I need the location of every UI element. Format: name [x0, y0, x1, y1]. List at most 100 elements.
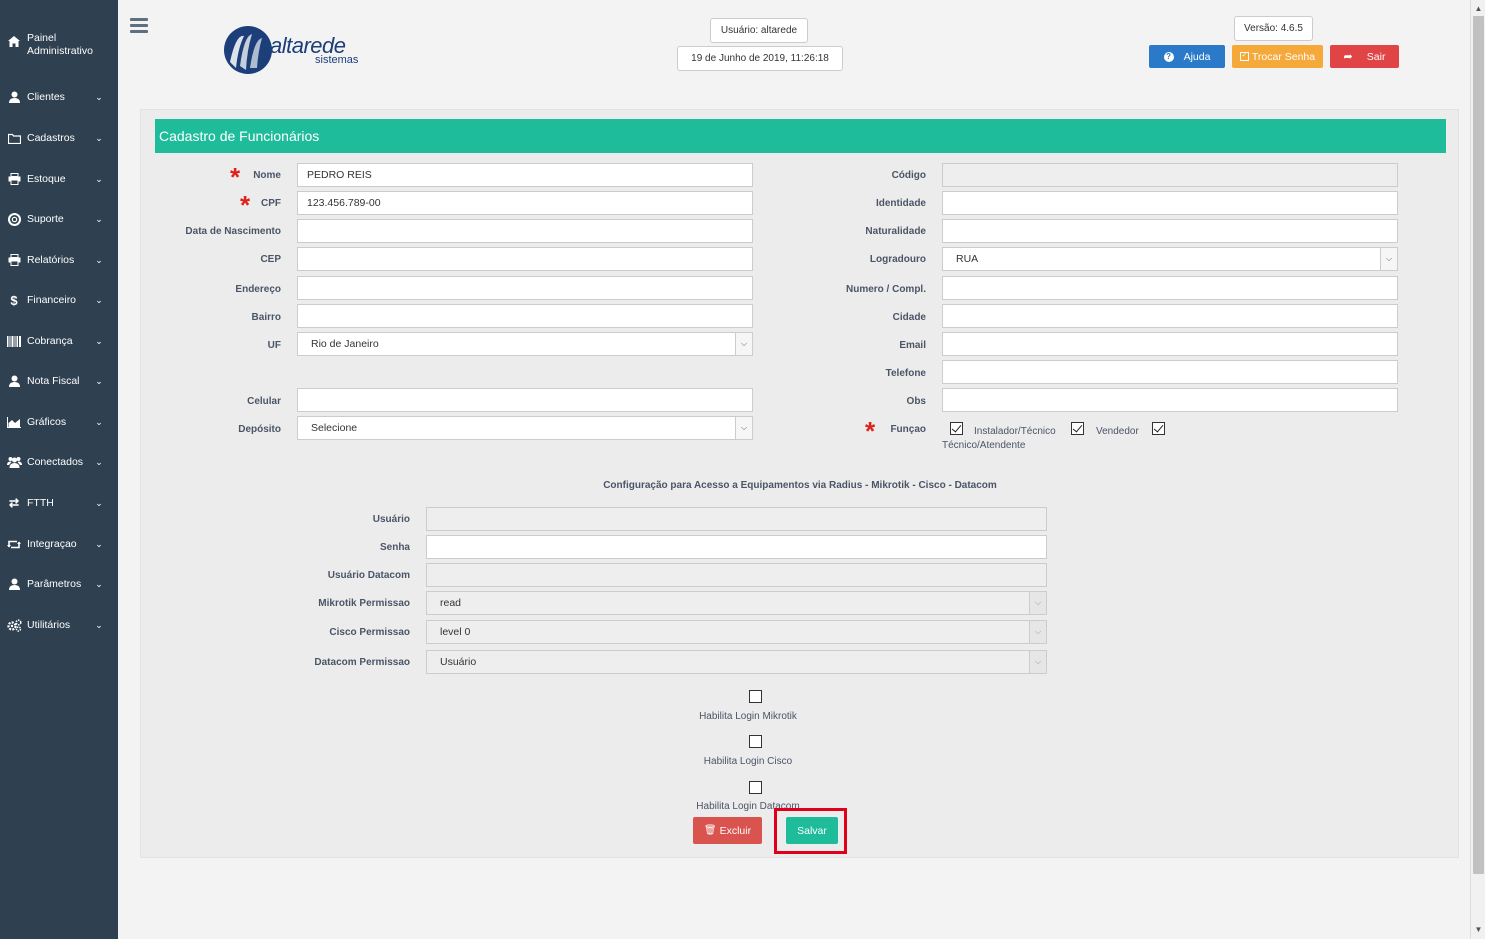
logradouro-select[interactable]: RUA ⌵ [942, 247, 1398, 271]
area-chart-icon [6, 415, 22, 429]
sidebar-item-conectados[interactable]: Conectados ⌄ [0, 447, 118, 477]
scroll-down-icon[interactable]: ▼ [1471, 923, 1485, 937]
chevron-down-icon: ⌵ [1029, 592, 1046, 614]
numero-label: Numero / Compl. [845, 284, 926, 295]
identidade-input[interactable] [942, 191, 1398, 215]
email-input[interactable] [942, 332, 1398, 356]
funcao-instalador-label: Instalador/Técnico [974, 426, 1056, 437]
cidade-label: Cidade [892, 312, 926, 323]
change-password-button[interactable]: ✓ Trocar Senha [1232, 45, 1323, 68]
scroll-thumb[interactable] [1473, 16, 1484, 874]
cpf-input[interactable]: 123.456.789-00 [297, 191, 753, 215]
cisco-permissao-label: Cisco Permissao [329, 627, 410, 638]
identidade-label: Identidade [875, 198, 926, 209]
sidebar-item-label: Gráficos [27, 415, 67, 428]
question-circle-icon: ? [1163, 51, 1174, 62]
cidade-input[interactable] [942, 304, 1398, 328]
sidebar-item-cadastros[interactable]: Cadastros ⌄ [0, 123, 118, 153]
funcao-vendedor-checkbox[interactable] [1071, 422, 1084, 435]
obs-input[interactable] [942, 388, 1398, 412]
sidebar-item-suporte[interactable]: Suporte ⌄ [0, 204, 118, 234]
codigo-input [942, 163, 1398, 187]
sidebar-item-clientes[interactable]: Clientes ⌄ [0, 82, 118, 112]
funcao-label: Funçao [890, 424, 926, 435]
help-button[interactable]: ? Ajuda [1149, 45, 1225, 68]
obs-label: Obs [906, 396, 926, 407]
delete-button[interactable]: 🗑 Excluir [693, 817, 762, 844]
habilita-mikrotik-checkbox[interactable] [749, 690, 762, 703]
mikrotik-permissao-label: Mikrotik Permissao [318, 598, 410, 609]
naturalidade-input[interactable] [942, 219, 1398, 243]
sidebar-item-integracao[interactable]: Integraçao ⌄ [0, 529, 118, 559]
usuario-datacom-input [426, 563, 1047, 587]
radius-senha-input[interactable] [426, 535, 1047, 559]
radius-usuario-label: Usuário [372, 514, 410, 525]
endereco-label: Endereço [235, 284, 281, 295]
chevron-down-icon: ⌄ [95, 335, 103, 346]
cep-input[interactable] [297, 247, 753, 271]
endereco-input[interactable] [297, 276, 753, 300]
cisco-permissao-select: level 0 ⌵ [426, 620, 1047, 644]
sidebar-item-estoque[interactable]: Estoque ⌄ [0, 164, 118, 194]
celular-input[interactable] [297, 388, 753, 412]
sidebar-item-graficos[interactable]: Gráficos ⌄ [0, 407, 118, 437]
chevron-down-icon: ⌄ [95, 254, 103, 265]
logradouro-label: Logradouro [869, 254, 926, 265]
cpf-label: CPF [261, 198, 281, 209]
menu-toggle-icon[interactable] [130, 18, 148, 33]
sidebar-item-painel[interactable]: Painel Administrativo [0, 32, 118, 72]
funcao-vendedor-label: Vendedor [1096, 426, 1139, 437]
funcao-atendente-label: Técnico/Atendente [942, 440, 1026, 451]
print-icon [6, 253, 22, 267]
usuario-datacom-label: Usuário Datacom [327, 570, 410, 581]
numero-input[interactable] [942, 276, 1398, 300]
habilita-cisco-checkbox[interactable] [749, 735, 762, 748]
chevron-down-icon: ⌄ [95, 132, 103, 143]
bairro-input[interactable] [297, 304, 753, 328]
change-password-label: Trocar Senha [1251, 50, 1316, 63]
home-icon [6, 34, 22, 48]
logo: altarede sistemas [222, 24, 372, 76]
share-arrow-icon: ➦ [1343, 51, 1353, 63]
chevron-down-icon: ⌄ [95, 416, 103, 427]
sidebar-item-label: Cobrança [27, 334, 73, 347]
sidebar-item-parametros[interactable]: Parâmetros ⌄ [0, 569, 118, 599]
uf-select-value: Rio de Janeiro [311, 338, 379, 350]
uf-select[interactable]: Rio de Janeiro ⌵ [297, 332, 753, 356]
chevron-down-icon: ⌄ [95, 375, 103, 386]
chevron-down-icon: ⌄ [95, 578, 103, 589]
logradouro-select-value: RUA [956, 253, 979, 265]
sidebar-item-financeiro[interactable]: $ Financeiro ⌄ [0, 285, 118, 315]
sidebar-item-label: Painel Administrativo [27, 32, 93, 57]
habilita-datacom-checkbox[interactable] [749, 781, 762, 794]
page-scrollbar[interactable]: ▲ ▼ [1470, 0, 1485, 939]
funcao-atendente-checkbox[interactable] [1152, 422, 1165, 435]
sidebar-item-cobranca[interactable]: Cobrança ⌄ [0, 326, 118, 356]
chevron-down-icon: ⌄ [95, 619, 103, 630]
telefone-label: Telefone [885, 368, 926, 379]
sidebar-item-ftth[interactable]: ⇄ FTTH ⌄ [0, 488, 118, 518]
funcao-instalador-checkbox[interactable] [950, 422, 963, 435]
page-title: Cadastro de Funcionários [155, 119, 1446, 153]
chevron-down-icon: ⌵ [735, 333, 752, 355]
user-icon [6, 374, 22, 388]
radius-section-title: Configuração para Acesso a Equipamentos … [603, 480, 997, 491]
sidebar-item-nota-fiscal[interactable]: Nota Fiscal ⌄ [0, 366, 118, 396]
nome-input[interactable]: PEDRO REIS [297, 163, 753, 187]
uf-label: UF [267, 340, 281, 351]
telefone-input[interactable] [942, 360, 1398, 384]
sidebar-item-relatorios[interactable]: Relatórios ⌄ [0, 245, 118, 275]
users-icon [6, 455, 22, 469]
scroll-up-icon[interactable]: ▲ [1471, 2, 1485, 16]
nascimento-input[interactable] [297, 219, 753, 243]
sidebar-item-label: Parâmetros [27, 577, 82, 590]
logout-button[interactable]: ➦ Sair [1330, 45, 1399, 68]
radius-senha-label: Senha [379, 542, 410, 553]
deposito-select[interactable]: Selecione ⌵ [297, 416, 753, 440]
cisco-permissao-value: level 0 [440, 626, 471, 638]
sidebar-item-label: Estoque [27, 172, 66, 185]
chevron-down-icon: ⌄ [95, 497, 103, 508]
sidebar-item-utilitarios[interactable]: Utilitários ⌄ [0, 610, 118, 640]
email-label: Email [899, 340, 926, 351]
deposito-label: Depósito [238, 424, 281, 435]
